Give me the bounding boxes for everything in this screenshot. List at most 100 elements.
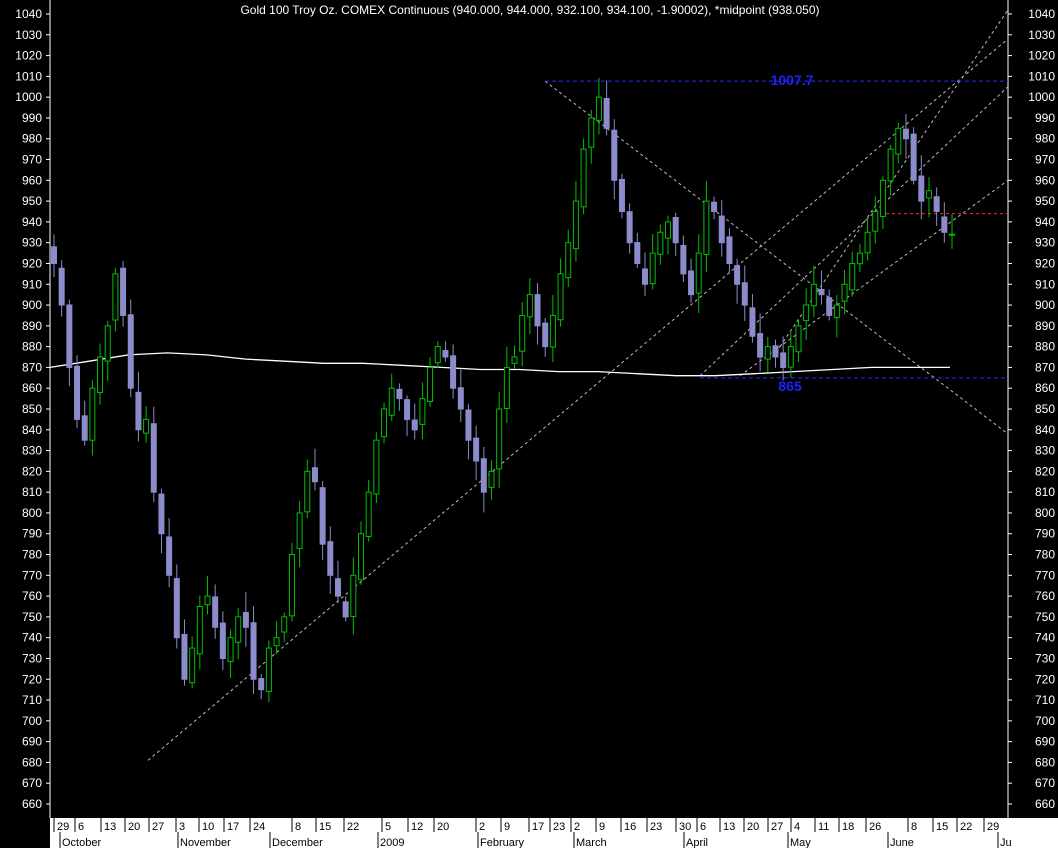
candle-body — [726, 236, 733, 264]
y-tick-label-left: 990 — [22, 111, 42, 125]
y-tick-label-right: 870 — [1035, 360, 1055, 374]
candle-body — [672, 217, 679, 244]
candle-body — [396, 388, 403, 400]
x-day-label: 24 — [253, 821, 265, 833]
candle-body — [404, 399, 411, 420]
candle-body — [97, 356, 104, 393]
y-tick-label-right: 940 — [1035, 215, 1055, 229]
candle-body — [319, 487, 326, 545]
candle-body — [757, 333, 764, 358]
candle-body — [150, 423, 157, 493]
y-tick-label-left: 900 — [22, 298, 42, 312]
candle-body — [488, 470, 495, 488]
candle-body — [473, 437, 480, 462]
y-tick-label-right: 810 — [1035, 485, 1055, 499]
y-tick-label-right: 730 — [1035, 651, 1055, 665]
y-tick-label-left: 690 — [22, 735, 42, 749]
x-day-label: 16 — [624, 821, 636, 833]
x-day-label: 22 — [960, 821, 972, 833]
y-tick-label-left: 930 — [22, 236, 42, 250]
candle-body — [895, 127, 902, 155]
y-tick-label-left: 780 — [22, 548, 42, 562]
candle-body — [503, 366, 510, 409]
candle-body — [511, 356, 518, 364]
candle-body — [81, 415, 88, 441]
y-tick-label-left: 920 — [22, 256, 42, 270]
candle-body — [158, 493, 165, 535]
x-day-label: 6 — [700, 821, 706, 833]
y-tick-label-left: 760 — [22, 589, 42, 603]
x-month-label: October — [62, 837, 101, 848]
y-tick-label-left: 820 — [22, 464, 42, 478]
candle-body — [273, 637, 280, 647]
candle-body — [925, 190, 932, 199]
candle-body — [327, 541, 334, 576]
candle-body — [780, 352, 787, 368]
candle-body — [112, 273, 119, 321]
y-tick-label-right: 830 — [1035, 444, 1055, 458]
y-tick-label-left: 830 — [22, 444, 42, 458]
y-tick-label-left: 1030 — [15, 28, 42, 42]
y-tick-label-left: 800 — [22, 506, 42, 520]
candle-body — [342, 601, 349, 618]
candle-body — [902, 128, 909, 140]
candle-body — [166, 536, 173, 576]
x-day-label: 30 — [679, 821, 691, 833]
y-tick-label-left: 750 — [22, 610, 42, 624]
y-tick-label-right: 1030 — [1028, 28, 1055, 42]
candle-body — [496, 408, 503, 470]
candle-body — [74, 365, 81, 420]
y-tick-label-left: 980 — [22, 132, 42, 146]
x-day-label: 20 — [747, 821, 759, 833]
candle-body — [311, 467, 318, 483]
x-day-label: 4 — [794, 821, 800, 833]
candle-body — [219, 622, 226, 659]
candle-body — [603, 97, 610, 129]
candle-body — [51, 246, 57, 264]
candle-body — [618, 178, 625, 212]
candle-body — [127, 314, 134, 389]
y-tick-label-right: 820 — [1035, 464, 1055, 478]
candle-body — [872, 211, 879, 232]
x-month-label: 2009 — [380, 837, 404, 848]
y-tick-label-left: 950 — [22, 194, 42, 208]
y-tick-label-left: 670 — [22, 776, 42, 790]
candle-body — [281, 616, 288, 633]
candle-body — [334, 578, 341, 597]
candle-body — [565, 242, 572, 279]
x-day-label: 2 — [574, 821, 580, 833]
y-tick-label-right: 770 — [1035, 568, 1055, 582]
candle-body — [419, 398, 426, 425]
candle-body — [58, 267, 65, 306]
candle-body — [381, 408, 388, 438]
candle-body — [641, 268, 648, 285]
y-tick-label-right: 710 — [1035, 693, 1055, 707]
x-month-label: June — [890, 837, 914, 848]
candle-body — [427, 366, 434, 402]
y-tick-label-right: 980 — [1035, 132, 1055, 146]
y-tick-label-right: 900 — [1035, 298, 1055, 312]
y-tick-label-left: 710 — [22, 693, 42, 707]
x-day-label: 29 — [987, 821, 999, 833]
y-tick-label-right: 780 — [1035, 548, 1055, 562]
y-tick-label-left: 870 — [22, 360, 42, 374]
y-tick-label-right: 960 — [1035, 173, 1055, 187]
x-month-label: Ju — [1000, 837, 1012, 848]
x-day-label: 9 — [504, 821, 510, 833]
candle-body — [818, 288, 825, 296]
candle-body — [534, 294, 541, 327]
y-tick-label-right: 720 — [1035, 672, 1055, 686]
y-tick-label-right: 840 — [1035, 423, 1055, 437]
x-day-label: 20 — [128, 821, 140, 833]
candle-body — [204, 595, 211, 606]
candle-body — [526, 294, 533, 318]
candle-body — [120, 267, 127, 316]
candle-body — [173, 578, 180, 639]
y-tick-label-left: 970 — [22, 153, 42, 167]
x-day-label: 15 — [936, 821, 948, 833]
x-day-label: 17 — [532, 821, 544, 833]
y-tick-label-right: 750 — [1035, 610, 1055, 624]
candle-body — [841, 283, 848, 302]
candle-body — [304, 470, 311, 513]
candle-body — [143, 418, 150, 434]
